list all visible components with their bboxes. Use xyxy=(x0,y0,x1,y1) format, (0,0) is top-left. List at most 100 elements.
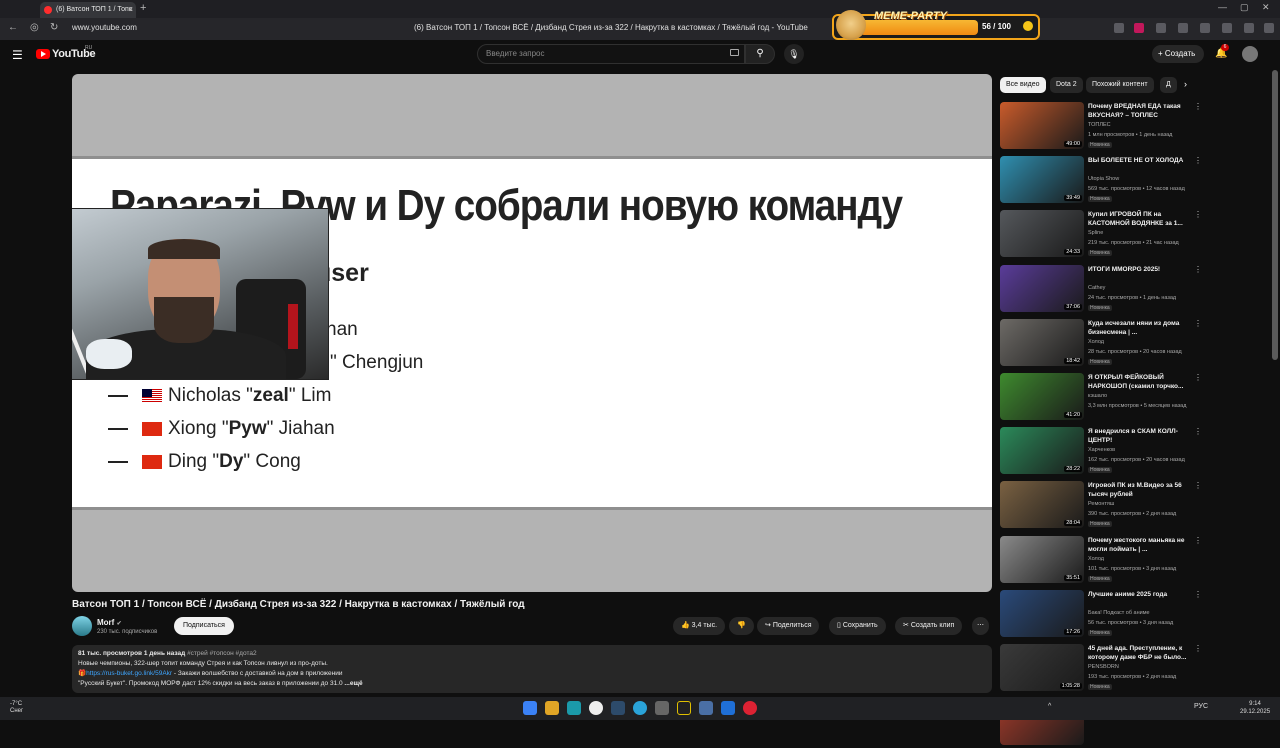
system-clock[interactable]: 9:14 29.12.2025 xyxy=(1240,700,1270,716)
file-explorer-icon[interactable] xyxy=(545,701,559,715)
minimize-icon[interactable]: — xyxy=(1218,2,1227,12)
chip-more[interactable]: Д xyxy=(1160,77,1177,93)
create-clip-button[interactable]: ✂ Создать клип xyxy=(895,617,963,635)
recommendation-title[interactable]: Куда исчезали няни из дома бизнесмена | … xyxy=(1088,319,1192,337)
tray-chevron-icon[interactable]: ^ xyxy=(1048,703,1051,710)
dislike-button[interactable]: 👎 xyxy=(729,617,754,635)
search-button[interactable]: ⚲ xyxy=(745,44,775,64)
create-button[interactable]: + Создать xyxy=(1152,45,1204,63)
more-vertical-icon[interactable]: ⋮ xyxy=(1194,427,1202,436)
recommendation-item[interactable]: 37:06 ИТОГИ MMORPG 2025! Cathey 24 тыс. про… xyxy=(1000,264,1202,315)
recommendation-thumbnail[interactable]: 17:26 xyxy=(1000,589,1084,637)
yandex-browser-icon[interactable] xyxy=(589,701,603,715)
recommendation-item[interactable]: 28:04 Игровой ПК из М.Видео за 56 тысяч р… xyxy=(1000,481,1202,531)
reload-icon[interactable]: ↻ xyxy=(50,22,58,33)
recommendation-channel[interactable]: Spline xyxy=(1088,230,1103,236)
recommendation-thumbnail[interactable]: 1:05:28 xyxy=(1000,644,1084,691)
recommendation-thumbnail[interactable]: 28:22 xyxy=(1000,427,1084,475)
recommendation-thumbnail[interactable]: 18:42 xyxy=(1000,318,1084,366)
search-input[interactable]: Введите запрос xyxy=(477,44,745,64)
language-indicator[interactable]: РУС xyxy=(1194,703,1208,710)
recommendation-title[interactable]: Почему жестокого маньяка не могли поймат… xyxy=(1088,536,1192,554)
recommendation-item[interactable]: 41:20 Я ОТКРЫЛ ФЕЙКОВЫЙ НАРКОШОП (скамил … xyxy=(1000,373,1202,423)
back-icon[interactable]: ← xyxy=(8,22,18,33)
recommendation-item[interactable]: 49:00 Почему ВРЕДНАЯ ЕДА такая ВКУСНАЯ? –… xyxy=(1000,102,1202,152)
account-avatar[interactable] xyxy=(1242,46,1258,62)
recommendation-channel[interactable]: Utopia Show xyxy=(1088,176,1119,182)
recommendation-channel[interactable]: Ремонтяш xyxy=(1088,501,1114,507)
download-icon[interactable] xyxy=(1264,23,1274,33)
more-vertical-icon[interactable]: ⋮ xyxy=(1194,373,1202,382)
channel-avatar[interactable] xyxy=(72,616,92,636)
recommendation-title[interactable]: Почему ВРЕДНАЯ ЕДА такая ВКУСНАЯ? – ТОПЛ… xyxy=(1088,102,1192,120)
recommendation-title[interactable]: Игровой ПК из М.Видео за 56 тысяч рублей xyxy=(1088,481,1192,499)
recommendation-item[interactable]: 35:51 Почему жестокого маньяка не могли п… xyxy=(1000,535,1202,586)
recommendation-item[interactable]: 24:33 Купил ИГРОВОЙ ПК на КАСТОМНОЙ ВОДЯН… xyxy=(1000,210,1202,260)
recommendation-channel[interactable]: Холод xyxy=(1088,339,1104,345)
voice-search-button[interactable]: 🎙 xyxy=(784,44,804,64)
channel-name[interactable]: Morf ✔ xyxy=(97,618,122,627)
recommendation-thumbnail[interactable]: 39:49 xyxy=(1000,156,1084,204)
recommendation-channel[interactable]: PENSBORN xyxy=(1088,664,1119,670)
recommendation-thumbnail[interactable]: 49:00 xyxy=(1000,102,1084,149)
extension-icon[interactable] xyxy=(1244,23,1254,33)
start-icon[interactable] xyxy=(523,701,537,715)
app-icon[interactable] xyxy=(677,701,691,715)
page-scrollbar[interactable] xyxy=(1272,70,1278,360)
recommendation-channel[interactable]: Холод xyxy=(1088,556,1104,562)
chip-all-videos[interactable]: Все видео xyxy=(1000,77,1046,93)
recommendation-item[interactable]: 28:22 Я внедрился в СКАМ КОЛЛ-ЦЕНТР! Харче… xyxy=(1000,427,1202,477)
recommendation-thumbnail[interactable]: 37:06 xyxy=(1000,264,1084,312)
more-vertical-icon[interactable]: ⋮ xyxy=(1194,319,1202,328)
video-description[interactable]: 81 тыс. просмотров 1 день назад #стрей #… xyxy=(72,645,992,693)
recommendation-title[interactable]: 45 дней ада. Преступление, к которому да… xyxy=(1088,644,1192,662)
description-tags[interactable]: #стрей #топсон #дота2 xyxy=(187,650,257,657)
close-window-icon[interactable]: ✕ xyxy=(1262,2,1270,13)
chip-related[interactable]: Похожий контент xyxy=(1086,77,1154,93)
recommendation-item[interactable]: 1:05:28 45 дней ада. Преступление, к кото… xyxy=(1000,644,1202,694)
recommendation-item[interactable]: 39:49 ВЫ БОЛЕЕТЕ НЕ ОТ ХОЛОДА Utopia Show 5… xyxy=(1000,156,1202,206)
more-vertical-icon[interactable]: ⋮ xyxy=(1194,265,1202,274)
save-button[interactable]: ▯ Сохранить xyxy=(829,617,886,635)
more-vertical-icon[interactable]: ⋮ xyxy=(1194,156,1202,165)
recommendation-title[interactable]: Я внедрился в СКАМ КОЛЛ-ЦЕНТР! xyxy=(1088,427,1192,445)
recommendation-channel[interactable]: Cathey xyxy=(1088,285,1105,291)
recommendation-title[interactable]: Купил ИГРОВОЙ ПК на КАСТОМНОЙ ВОДЯНКЕ за… xyxy=(1088,210,1192,228)
app-icon[interactable] xyxy=(699,701,713,715)
maximize-icon[interactable]: ▢ xyxy=(1240,2,1249,13)
telegram-icon[interactable] xyxy=(633,701,647,715)
edge-icon[interactable] xyxy=(567,701,581,715)
home-icon[interactable]: ◎ xyxy=(30,22,39,33)
recommendation-thumbnail[interactable]: 41:20 xyxy=(1000,373,1084,420)
description-link[interactable]: https://rus-buket.go.link/59Akr xyxy=(86,670,172,677)
recommendation-title[interactable]: ИТОГИ MMORPG 2025! xyxy=(1088,265,1192,274)
keyboard-icon[interactable] xyxy=(730,49,739,56)
new-tab-button[interactable]: + xyxy=(140,2,146,14)
more-vertical-icon[interactable]: ⋮ xyxy=(1194,536,1202,545)
extension-icon[interactable] xyxy=(1178,23,1188,33)
show-more-link[interactable]: ...ещё xyxy=(344,680,362,687)
more-vertical-icon[interactable]: ⋮ xyxy=(1194,644,1202,653)
more-vertical-icon[interactable]: ⋮ xyxy=(1194,102,1202,111)
steam-icon[interactable] xyxy=(611,701,625,715)
tab-close-icon[interactable]: × xyxy=(128,2,133,18)
browser-tab[interactable]: (6) Ватсон ТОП 1 / Топс × xyxy=(40,2,136,18)
recommendation-channel[interactable]: Бака! Подкаст об аниме xyxy=(1088,610,1150,616)
recommendation-channel[interactable]: кэшало xyxy=(1088,393,1107,399)
more-actions-button[interactable]: ⋯ xyxy=(972,617,989,635)
extension-icon[interactable] xyxy=(1222,23,1232,33)
extension-icon[interactable] xyxy=(1156,23,1166,33)
share-button[interactable]: ↪ Поделиться xyxy=(757,617,820,635)
extension-icon[interactable] xyxy=(1134,23,1144,33)
weather-widget[interactable]: -7°C Снег xyxy=(10,701,23,715)
recommendation-thumbnail[interactable]: 35:51 xyxy=(1000,535,1084,583)
chevron-right-icon[interactable]: › xyxy=(1184,79,1187,89)
subscribe-button[interactable]: Подписаться xyxy=(174,617,234,635)
recommendation-item[interactable]: 17:26 Лучшие аниме 2025 года Бака! Подкаст… xyxy=(1000,589,1202,640)
extension-icon[interactable] xyxy=(1200,23,1210,33)
url-field[interactable]: www.youtube.com xyxy=(72,23,137,32)
hamburger-menu-icon[interactable]: ☰ xyxy=(12,48,23,62)
like-button[interactable]: 👍 3,4 тыс. xyxy=(673,617,726,635)
recommendation-thumbnail[interactable]: 28:04 xyxy=(1000,481,1084,529)
app-icon[interactable] xyxy=(721,701,735,715)
